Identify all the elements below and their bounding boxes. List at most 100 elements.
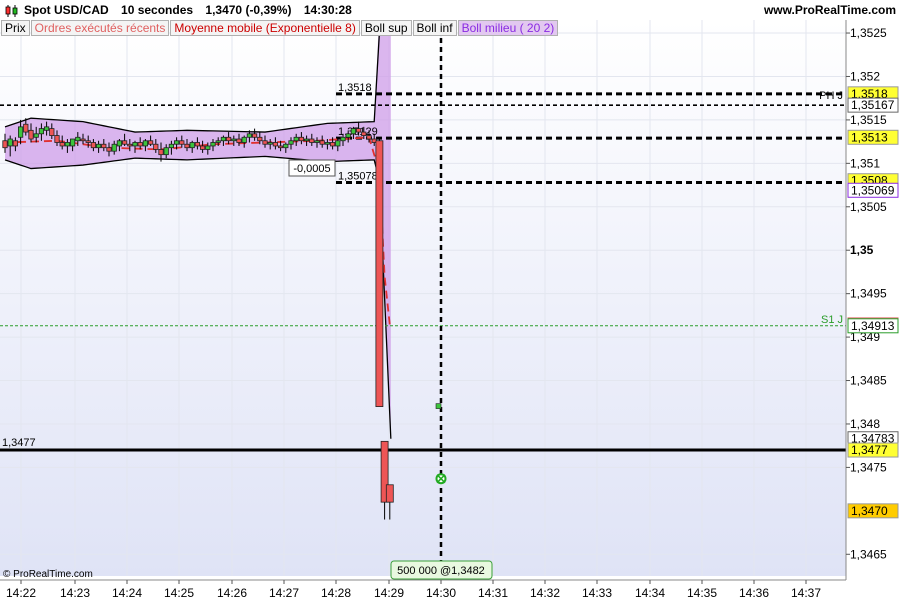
- candle-body[interactable]: [179, 140, 185, 145]
- x-tick-label: 14:29: [374, 586, 404, 600]
- candle-body[interactable]: [111, 143, 117, 152]
- candle-body[interactable]: [106, 147, 112, 152]
- candle-body[interactable]: [345, 133, 351, 138]
- price-chart[interactable]: 1,35181,351291,350781,3477S1 JPH J-0,000…: [0, 20, 900, 600]
- candle-body[interactable]: [288, 140, 294, 145]
- legend-item[interactable]: Ordres exécutés récents: [30, 20, 170, 36]
- x-tick-label: 14:24: [112, 586, 142, 600]
- delta-annotation-text: -0,0005: [293, 163, 330, 175]
- candle-body[interactable]: [267, 142, 273, 145]
- price-axis-label-text: 1,3513: [851, 130, 888, 144]
- candle-body[interactable]: [375, 140, 384, 407]
- legend-item[interactable]: Boll inf: [412, 20, 457, 36]
- candle-body[interactable]: [122, 140, 128, 145]
- x-tick-label: 14:33: [582, 586, 612, 600]
- candle-body[interactable]: [96, 143, 102, 149]
- candle-body[interactable]: [385, 484, 394, 503]
- candle-body[interactable]: [215, 140, 221, 143]
- candle-body[interactable]: [59, 142, 65, 147]
- candle-body[interactable]: [101, 143, 107, 149]
- x-tick-label: 14:23: [60, 586, 90, 600]
- candle-body[interactable]: [189, 142, 195, 149]
- candle-body[interactable]: [324, 142, 331, 145]
- candle-body[interactable]: [38, 128, 45, 135]
- candle-body[interactable]: [272, 142, 279, 147]
- candle-body[interactable]: [199, 145, 206, 150]
- candle-body[interactable]: [246, 133, 252, 138]
- price-change-label: 1,3470 (-0,39%): [205, 3, 292, 17]
- candle-body[interactable]: [225, 136, 232, 142]
- y-tick-label: 1,3515: [850, 113, 887, 127]
- candle-body[interactable]: [23, 123, 29, 133]
- price-level-label: 1,3518: [338, 82, 372, 94]
- candle-body[interactable]: [90, 142, 96, 149]
- candle-body[interactable]: [251, 133, 258, 138]
- candle-body[interactable]: [303, 138, 310, 142]
- candle-body[interactable]: [127, 143, 133, 147]
- candle-body[interactable]: [70, 138, 76, 147]
- candle-body[interactable]: [293, 136, 299, 142]
- candle-body[interactable]: [241, 136, 247, 143]
- candle-body[interactable]: [49, 128, 55, 136]
- y-tick-label: 1,352: [850, 69, 880, 83]
- x-tick-label: 14:22: [6, 586, 36, 600]
- candle-body[interactable]: [163, 147, 169, 156]
- candle-body[interactable]: [168, 143, 174, 149]
- candle-body[interactable]: [28, 129, 34, 140]
- x-tick-label: 14:32: [530, 586, 560, 600]
- x-tick-label: 14:25: [164, 586, 194, 600]
- candle-body[interactable]: [64, 142, 70, 147]
- candle-body[interactable]: [205, 145, 211, 150]
- candle-body[interactable]: [80, 138, 86, 142]
- legend-item[interactable]: Moyenne mobile (Exponentielle 8): [170, 20, 360, 36]
- candle-body[interactable]: [231, 138, 237, 142]
- candle-body[interactable]: [355, 128, 362, 133]
- candle-body[interactable]: [277, 145, 284, 149]
- candle-body[interactable]: [142, 140, 148, 147]
- candle-body[interactable]: [75, 136, 81, 142]
- candle-body[interactable]: [85, 140, 91, 143]
- price-chart-svg[interactable]: 1,35181,351291,350781,3477S1 JPH J-0,000…: [0, 20, 900, 600]
- site-url[interactable]: www.ProRealTime.com: [764, 3, 896, 17]
- candle-body[interactable]: [220, 136, 226, 142]
- candle-body[interactable]: [33, 133, 39, 138]
- y-tick-label: 1,3475: [850, 460, 887, 474]
- chart-title: Spot USD/CAD 10 secondes 1,3470 (-0,39%)…: [24, 3, 361, 17]
- copyright-label: © ProRealTime.com: [3, 569, 93, 580]
- candle-body[interactable]: [366, 135, 372, 140]
- legend-item[interactable]: Boll sup: [360, 20, 412, 36]
- candle-body[interactable]: [184, 143, 190, 149]
- candle-body[interactable]: [257, 136, 263, 142]
- candle-body[interactable]: [153, 143, 159, 150]
- candle-body[interactable]: [236, 138, 242, 143]
- candle-body[interactable]: [194, 142, 200, 147]
- indicator-legend: Prix Ordres exécutés récents Moyenne mobil…: [1, 20, 559, 36]
- candle-body[interactable]: [147, 140, 154, 145]
- y-tick-label: 1,3505: [850, 200, 887, 214]
- candle-body[interactable]: [335, 140, 341, 147]
- candle-body[interactable]: [137, 142, 143, 147]
- candle-body[interactable]: [361, 131, 367, 136]
- candle-body[interactable]: [2, 140, 8, 149]
- candle-body[interactable]: [298, 136, 305, 142]
- candle-body[interactable]: [283, 143, 289, 149]
- candle-body[interactable]: [329, 142, 336, 147]
- candle-body[interactable]: [340, 136, 346, 142]
- candle-body[interactable]: [158, 149, 164, 156]
- candle-body[interactable]: [350, 128, 357, 135]
- legend-item[interactable]: Boll milieu ( 20 2): [457, 20, 559, 36]
- candle-body[interactable]: [262, 140, 268, 145]
- candle-body[interactable]: [309, 138, 315, 143]
- candle-body[interactable]: [173, 140, 180, 145]
- candle-body[interactable]: [17, 126, 24, 138]
- candle-body[interactable]: [44, 126, 50, 131]
- candle-body[interactable]: [210, 142, 216, 147]
- candle-body[interactable]: [116, 140, 122, 147]
- candle-body[interactable]: [319, 140, 325, 145]
- candle-body[interactable]: [12, 140, 18, 147]
- candle-body[interactable]: [7, 138, 13, 147]
- candle-body[interactable]: [54, 135, 60, 143]
- candle-body[interactable]: [132, 142, 138, 147]
- legend-item[interactable]: Prix: [1, 20, 30, 36]
- candle-body[interactable]: [314, 140, 320, 143]
